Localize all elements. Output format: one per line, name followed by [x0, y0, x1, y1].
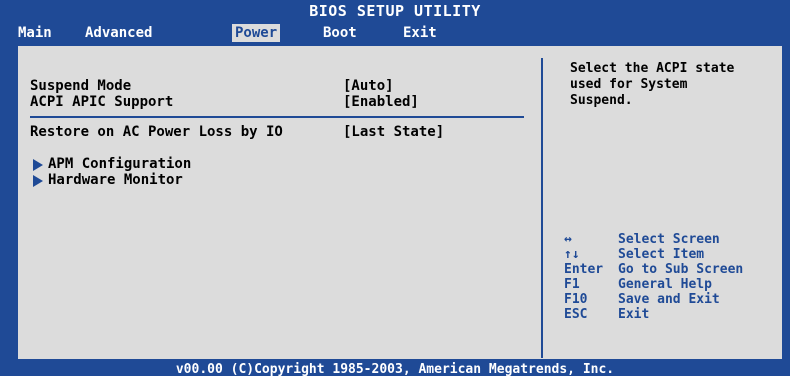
key-name: ESC: [564, 307, 588, 322]
key-row: ↔ Select Screen: [564, 232, 786, 247]
key-desc: Select Item: [618, 247, 705, 262]
key-row: ESC Exit: [564, 307, 786, 322]
key-legend: ↔ Select Screen ↑↓ Select Item Enter Go …: [564, 232, 786, 322]
copyright-bar: v00.00 (C)Copyright 1985-2003, American …: [0, 359, 790, 376]
setting-value[interactable]: [Enabled]: [343, 94, 419, 110]
key-desc: Save and Exit: [618, 292, 720, 307]
tab-power[interactable]: Power: [232, 24, 281, 42]
key-row: F1 General Help: [564, 277, 786, 292]
key-row: Enter Go to Sub Screen: [564, 262, 786, 277]
left-right-arrow-icon: ↔: [564, 232, 572, 247]
settings-panel: Suspend Mode [Auto] ACPI APIC Support [E…: [18, 58, 543, 358]
submenu-label: APM Configuration: [48, 156, 192, 172]
setting-label: ACPI APIC Support: [30, 94, 174, 110]
frame-left: [0, 46, 18, 359]
setting-value[interactable]: [Auto]: [343, 78, 394, 94]
key-desc: Exit: [618, 307, 650, 322]
tab-advanced[interactable]: Advanced: [82, 24, 155, 42]
up-down-arrow-icon: ↑↓: [564, 247, 580, 262]
submenu-label: Hardware Monitor: [48, 172, 183, 188]
key-row: F10 Save and Exit: [564, 292, 786, 307]
key-desc: Go to Sub Screen: [618, 262, 744, 277]
section-divider: [30, 116, 524, 118]
key-name: F10: [564, 292, 588, 307]
setting-label: Suspend Mode: [30, 78, 132, 94]
setting-label: Restore on AC Power Loss by IO: [30, 124, 283, 140]
tab-boot[interactable]: Boot: [320, 24, 360, 42]
setting-value[interactable]: [Last State]: [343, 124, 444, 140]
key-row: ↑↓ Select Item: [564, 247, 786, 262]
tab-exit[interactable]: Exit: [400, 24, 440, 42]
help-text: Select the ACPI state used for System Su…: [570, 61, 735, 108]
key-desc: Select Screen: [618, 232, 720, 247]
tab-main[interactable]: Main: [15, 24, 55, 42]
copyright-text: v00.00 (C)Copyright 1985-2003, American …: [175, 362, 615, 376]
title-bar: BIOS SETUP UTILITY Main Advanced Power B…: [0, 0, 790, 46]
key-name: Enter: [564, 262, 604, 277]
key-name: F1: [564, 277, 580, 292]
key-desc: General Help: [618, 277, 712, 292]
submenu-arrow-icon: [33, 175, 43, 187]
submenu-arrow-icon: [33, 159, 43, 171]
bios-title: BIOS SETUP UTILITY: [309, 2, 481, 20]
